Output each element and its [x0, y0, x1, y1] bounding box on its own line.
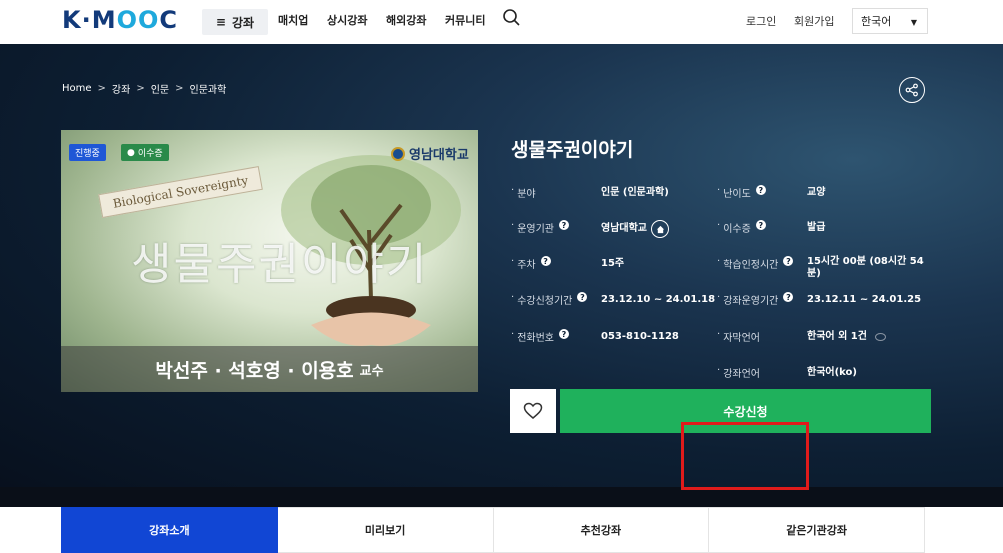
info-phone: · 전화번호? 053-810-1128 [511, 329, 721, 344]
language-select[interactable]: 한국어 ▼ [852, 8, 928, 34]
course-menu-label: 강좌 [231, 15, 255, 30]
info-label: · 운영기관? [511, 220, 601, 238]
signup-link[interactable]: 회원가입 [794, 13, 834, 29]
university-logo: 영남대학교 [391, 144, 469, 163]
info-value: 한국어(ko) [807, 366, 857, 378]
share-button[interactable] [899, 77, 925, 103]
info-course-period: · 강좌운영기간? 23.12.11 ~ 24.01.25 [717, 292, 927, 307]
professors-names: 박선주 · 석호영 · 이용호 [155, 359, 354, 382]
info-course-language: · 강좌언어 한국어(ko) [717, 365, 927, 380]
info-value: 23.12.10 ~ 24.01.18 [601, 293, 716, 305]
info-value: 23.12.11 ~ 24.01.25 [807, 293, 922, 305]
breadcrumb-separator: > [97, 83, 106, 94]
tab-course-intro[interactable]: 강좌소개 [61, 507, 278, 553]
speech-bubble-icon[interactable] [874, 332, 886, 341]
help-icon[interactable]: ? [577, 292, 588, 302]
logo-text-1: K·M [62, 6, 117, 34]
biological-sovereignty-tag: Biological Sovereignty [98, 166, 263, 218]
course-menu-button[interactable]: ≡ 강좌 [202, 9, 268, 35]
info-subtitle-language: · 자막언어 한국어 외 1건 [717, 329, 927, 344]
info-certificate: · 이수증? 발급 [717, 220, 927, 235]
info-label: · 이수증? [717, 220, 807, 235]
tab-recommended[interactable]: 추천강좌 [493, 507, 710, 553]
breadcrumb-humanities[interactable]: 인문 [151, 81, 169, 96]
info-value: 교양 [807, 186, 826, 198]
nav-overseas[interactable]: 해외강좌 [386, 12, 426, 28]
nav-matchup[interactable]: 매치업 [278, 12, 308, 28]
help-icon[interactable]: ? [783, 292, 794, 302]
hero-bottom-band [0, 487, 1003, 507]
logo-text-3: C [159, 6, 179, 34]
login-link[interactable]: 로그인 [746, 13, 776, 29]
course-tabs: 강좌소개 미리보기 추천강좌 같은기관강좌 [61, 507, 925, 553]
university-logo-text: 영남대학교 [409, 148, 469, 163]
course-thumbnail: 진행중 ● 이수증 영남대학교 Biological Sovereignty 생물… [61, 130, 478, 392]
breadcrumb-separator: > [136, 83, 145, 94]
course-title: 생물주권이야기 [511, 139, 634, 161]
course-hero: Home > 강좌 > 인문 > 인문과학 진행중 ● 이수증 영남대학교 Bi… [0, 44, 1003, 507]
certificate-badge-label: 이수증 [137, 149, 163, 159]
search-icon[interactable] [502, 8, 522, 28]
enroll-button[interactable]: 수강신청 [560, 389, 931, 433]
help-icon[interactable]: ? [559, 220, 569, 230]
info-enroll-period: · 수강신청기간? 23.12.10 ~ 24.01.18 [511, 292, 721, 307]
logo-text-2: OO [116, 6, 160, 34]
breadcrumb-separator: > [175, 83, 184, 94]
breadcrumb-course[interactable]: 강좌 [112, 81, 130, 96]
info-label: · 강좌언어 [717, 365, 760, 380]
certificate-badge: ● 이수증 [121, 144, 169, 161]
breadcrumb-humanities-science[interactable]: 인문과학 [190, 81, 227, 96]
professors-bar: 박선주 · 석호영 · 이용호 교수 [61, 346, 478, 392]
breadcrumb-home[interactable]: Home [62, 83, 92, 94]
home-icon[interactable] [651, 220, 669, 238]
info-label: · 난이도? [717, 185, 807, 200]
tab-same-institution[interactable]: 같은기관강좌 [709, 507, 925, 553]
help-icon[interactable]: ? [783, 256, 794, 266]
info-label: · 주차? [511, 256, 601, 271]
thumbnail-title: 생물주권이야기 [131, 239, 429, 290]
help-icon[interactable]: ? [755, 185, 766, 195]
help-icon[interactable]: ? [559, 329, 569, 339]
help-icon[interactable]: ? [540, 256, 551, 266]
info-label: · 분야 [511, 185, 536, 200]
language-value: 한국어 [861, 15, 892, 28]
info-value: 15주 [601, 257, 625, 269]
medal-icon: ● [127, 147, 135, 158]
professors-suffix: 교수 [359, 363, 384, 379]
like-button[interactable] [510, 389, 556, 433]
hamburger-icon: ≡ [215, 15, 226, 29]
nav-community[interactable]: 커뮤니티 [445, 12, 485, 28]
nav-always-open[interactable]: 상시강좌 [327, 12, 367, 28]
info-value: 인문 (인문과학) [601, 186, 669, 198]
info-weeks: · 주차? 15주 [511, 256, 721, 271]
heart-icon [523, 402, 543, 419]
breadcrumb: Home > 강좌 > 인문 > 인문과학 [62, 81, 226, 96]
info-label: · 수강신청기간? [511, 292, 601, 307]
status-badge: 진행중 [69, 144, 106, 161]
info-field: · 분야 인문 (인문과학) [511, 185, 721, 200]
info-value: 15시간 00분 (08시간 54분) [807, 256, 924, 279]
university-emblem-icon [391, 146, 405, 161]
tab-preview[interactable]: 미리보기 [277, 507, 494, 553]
share-icon [905, 83, 918, 97]
info-label: · 자막언어 [717, 329, 760, 344]
info-institution: · 운영기관? 영남대학교 [511, 220, 721, 238]
help-icon[interactable]: ? [755, 220, 766, 230]
top-navigation: K·MOOC ≡ 강좌 매치업 상시강좌 해외강좌 커뮤니티 로그인 회원가입 … [0, 0, 1003, 44]
kmooc-logo[interactable]: K·MOOC [62, 6, 178, 34]
info-label: · 학습인정시간? [717, 256, 807, 280]
info-label: · 전화번호? [511, 329, 601, 344]
info-value: 한국어 외 1건 [807, 329, 927, 344]
info-value: 영남대학교 [601, 220, 721, 238]
info-study-hours: · 학습인정시간? 15시간 00분 (08시간 54분) [717, 256, 932, 280]
info-value: 발급 [807, 221, 826, 233]
info-difficulty: · 난이도? 교양 [717, 185, 927, 200]
info-label: · 강좌운영기간? [717, 292, 807, 307]
info-value: 053-810-1128 [601, 330, 679, 342]
caret-down-icon: ▼ [910, 18, 917, 27]
